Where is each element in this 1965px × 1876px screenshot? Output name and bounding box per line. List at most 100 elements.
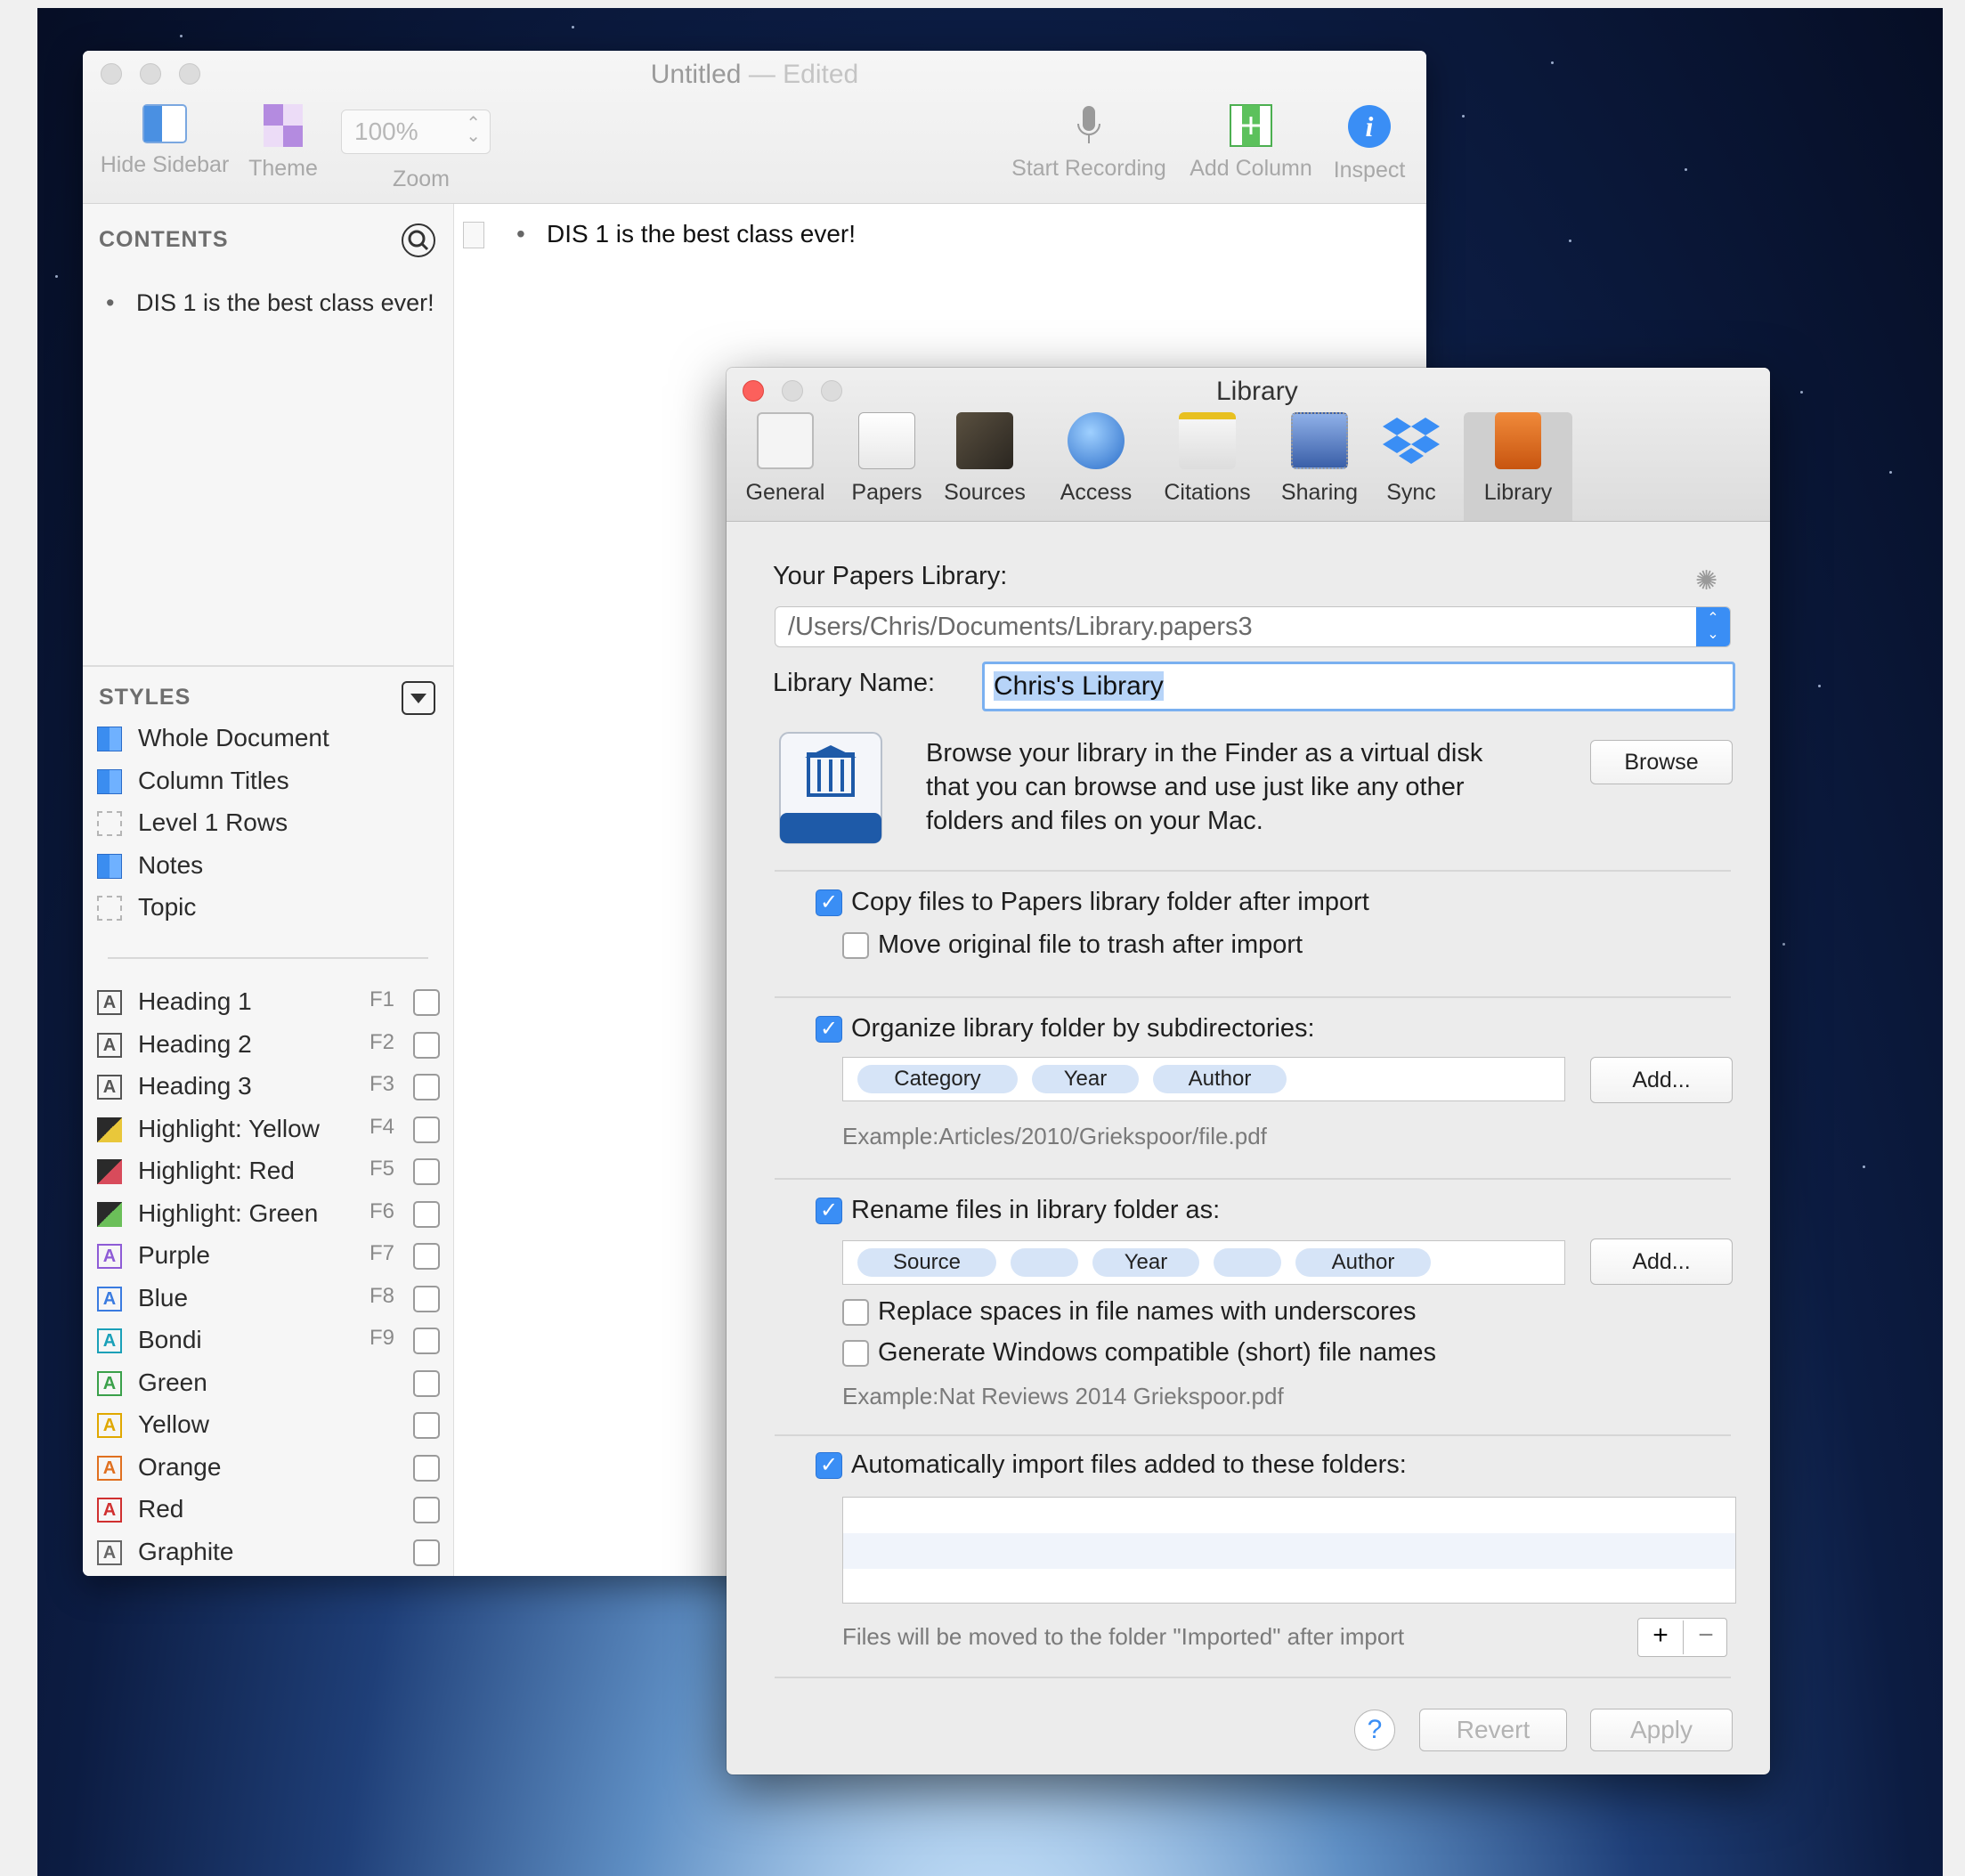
style-row[interactable]: Column Titles (97, 765, 435, 800)
style-checkbox[interactable] (413, 1539, 440, 1566)
info-icon: i (1347, 104, 1392, 149)
sidebar-divider (83, 665, 453, 667)
style-checkbox[interactable] (413, 1369, 440, 1397)
style-swatch-icon (97, 811, 122, 836)
import-folders-list[interactable] (842, 1497, 1736, 1604)
tab-general[interactable]: General (737, 412, 833, 506)
zoom-stepper-icon[interactable]: ⌃ ⌄ (466, 115, 481, 145)
style-icon (97, 1117, 122, 1142)
style-row[interactable]: Topic (97, 891, 435, 927)
tab-papers[interactable]: Papers (842, 412, 931, 506)
named-style-label: Purple (138, 1241, 210, 1269)
token-author[interactable]: Author (1153, 1065, 1287, 1093)
tab-sharing[interactable]: Sharing (1273, 412, 1366, 506)
shortcut-key: F6 (369, 1198, 395, 1223)
style-checkbox[interactable] (413, 1328, 440, 1354)
tab-sync[interactable]: Sync (1375, 412, 1448, 506)
named-style-row[interactable]: Highlight: Red F5 (97, 1155, 440, 1190)
style-icon: A (97, 1244, 122, 1269)
section-divider (775, 1178, 1731, 1180)
named-style-row[interactable]: A Heading 3 F3 (97, 1070, 440, 1106)
style-checkbox[interactable] (413, 1031, 440, 1059)
note-icon[interactable] (463, 222, 484, 248)
sidebar: CONTENTS DIS 1 is the best class ever! S… (83, 204, 454, 1576)
named-style-row[interactable]: A Heading 1 F1 (97, 986, 440, 1021)
style-row[interactable]: Whole Document (97, 722, 435, 758)
token-author[interactable]: Author (1295, 1248, 1431, 1277)
token-separator[interactable] (1011, 1248, 1078, 1277)
named-style-row[interactable]: A Bondi F9 (97, 1324, 440, 1360)
tab-library[interactable]: Library (1464, 412, 1572, 521)
style-checkbox[interactable] (413, 1158, 440, 1185)
token-year[interactable]: Year (1032, 1065, 1139, 1093)
named-style-row[interactable]: A Graphite (97, 1536, 440, 1571)
add-column-button[interactable]: Add Column (1180, 104, 1322, 182)
tab-access[interactable]: Access (1047, 412, 1145, 506)
papers-icon (858, 412, 915, 469)
theme-icon (264, 104, 303, 147)
style-checkbox[interactable] (413, 1243, 440, 1270)
style-checkbox[interactable] (413, 989, 440, 1016)
style-checkbox[interactable] (413, 1116, 440, 1143)
token-category[interactable]: Category (857, 1065, 1018, 1093)
contents-item[interactable]: DIS 1 is the best class ever! (106, 289, 434, 317)
style-checkbox[interactable] (413, 1454, 440, 1482)
remove-folder-button[interactable]: − (1683, 1620, 1728, 1654)
style-checkbox[interactable] (413, 1285, 440, 1312)
named-style-row[interactable]: A Green (97, 1367, 440, 1402)
named-style-row[interactable]: A Blue F8 (97, 1282, 440, 1318)
minimize-window-button[interactable] (782, 380, 803, 402)
tab-label: Citations (1164, 480, 1251, 505)
zoom-window-button[interactable] (821, 380, 842, 402)
style-icon: A (97, 1328, 122, 1353)
close-window-button[interactable] (743, 380, 764, 402)
contents-heading: CONTENTS (99, 227, 229, 252)
library-label: Your Papers Library: (773, 562, 1008, 590)
checkbox-box (842, 932, 869, 959)
named-style-row[interactable]: A Red (97, 1493, 440, 1529)
style-checkbox[interactable] (413, 1497, 440, 1523)
tab-label: Library (1483, 480, 1553, 505)
revert-button[interactable]: Revert (1419, 1709, 1567, 1751)
named-style-row[interactable]: Highlight: Yellow F4 (97, 1113, 440, 1149)
document-row[interactable]: DIS 1 is the best class ever! (516, 220, 856, 248)
tab-sources[interactable]: Sources (940, 412, 1029, 506)
style-checkbox[interactable] (413, 1200, 440, 1228)
style-checkbox[interactable] (413, 1074, 440, 1100)
style-label: Column Titles (138, 766, 289, 794)
theme-button[interactable]: Theme (239, 104, 328, 182)
token-year[interactable]: Year (1092, 1248, 1199, 1277)
apply-button[interactable]: Apply (1590, 1709, 1733, 1751)
browse-button[interactable]: Browse (1590, 740, 1733, 784)
style-row[interactable]: Level 1 Rows (97, 807, 435, 842)
named-style-row[interactable]: A Yellow (97, 1409, 440, 1444)
hide-sidebar-button[interactable]: Hide Sidebar (93, 104, 236, 178)
browse-text-line: folders and files on your Mac. (926, 807, 1263, 835)
help-button[interactable]: ? (1354, 1710, 1395, 1750)
named-style-row[interactable]: A Purple F7 (97, 1239, 440, 1275)
rename-example: Example:Nat Reviews 2014 Griekspoor.pdf (842, 1383, 1284, 1409)
organize-token-field[interactable]: Category Year Author (842, 1057, 1565, 1101)
inspect-button[interactable]: i Inspect (1325, 104, 1414, 183)
named-style-row[interactable]: A Orange (97, 1451, 440, 1487)
zoom-value: 100% (354, 118, 418, 145)
rename-add-button[interactable]: Add... (1590, 1238, 1733, 1285)
start-recording-button[interactable]: Start Recording (1000, 104, 1178, 182)
library-name-field[interactable]: Chris's Library (982, 662, 1735, 711)
style-row[interactable]: Notes (97, 849, 435, 885)
add-folder-button[interactable]: + (1638, 1620, 1683, 1651)
organize-add-button[interactable]: Add... (1590, 1057, 1733, 1103)
token-source[interactable]: Source (857, 1248, 996, 1277)
named-style-row[interactable]: A Heading 2 F2 (97, 1028, 440, 1064)
styles-menu-button[interactable] (402, 681, 435, 715)
style-checkbox[interactable] (413, 1412, 440, 1439)
token-separator[interactable] (1214, 1248, 1281, 1277)
named-style-label: Red (138, 1495, 184, 1523)
named-style-row[interactable]: Highlight: Green F6 (97, 1198, 440, 1233)
zoom-field[interactable]: 100% ⌃ ⌄ (341, 110, 491, 154)
rename-token-field[interactable]: Source Year Author (842, 1240, 1565, 1285)
library-path-popup[interactable]: /Users/Chris/Documents/Library.papers3 ⌃… (775, 606, 1731, 647)
tab-citations[interactable]: Citations (1157, 412, 1257, 506)
window-title: Untitled — Edited (83, 60, 1426, 90)
search-button[interactable] (402, 223, 435, 257)
